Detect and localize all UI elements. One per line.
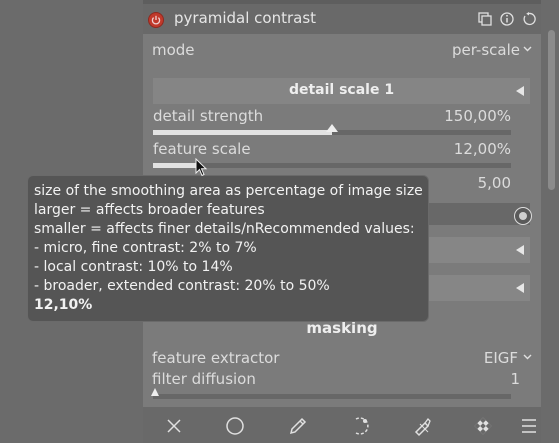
feature-extractor-label: feature extractor — [152, 349, 280, 367]
detail-strength-fill — [153, 130, 332, 135]
tooltip-line: size of the smoothing area as percentage… — [34, 183, 423, 199]
tooltip-line: - broader, extended contrast: 20% to 50% — [34, 278, 330, 294]
feature-scale-label: feature scale — [153, 140, 251, 158]
module-header[interactable]: pyramidal contrast — [143, 4, 541, 34]
chevron-down-icon[interactable] — [523, 354, 532, 360]
feature-scale-row[interactable]: feature scale 12,00% — [153, 140, 511, 158]
checker-icon[interactable] — [472, 415, 494, 437]
tooltip: size of the smoothing area as percentage… — [27, 175, 429, 322]
collapse-arrow-icon[interactable] — [516, 245, 524, 255]
filter-diffusion-marker[interactable] — [151, 388, 159, 396]
collapse-arrow-icon[interactable] — [516, 86, 524, 96]
mode-row[interactable]: mode per-scale — [152, 41, 532, 63]
filter-diffusion-value: 1 — [510, 370, 520, 388]
filter-diffusion-label: filter diffusion — [152, 370, 256, 388]
menu-icon[interactable] — [518, 415, 540, 437]
brush-icon[interactable] — [411, 415, 433, 437]
power-icon[interactable] — [148, 12, 164, 28]
chevron-down-icon[interactable] — [523, 46, 532, 52]
mouse-cursor-icon — [195, 158, 208, 177]
masking-header: masking — [306, 319, 378, 337]
circle-icon[interactable] — [224, 415, 246, 437]
filter-diffusion-row[interactable]: filter diffusion 1 — [152, 370, 532, 388]
presets-icon[interactable] — [478, 12, 492, 26]
detail-strength-slider[interactable] — [153, 124, 511, 135]
mode-label: mode — [152, 41, 195, 59]
mask-toolbar — [143, 407, 541, 443]
info-icon[interactable] — [500, 12, 514, 26]
detail-strength-value: 150,00% — [444, 107, 511, 125]
mode-value[interactable]: per-scale — [452, 41, 520, 59]
section-detail-scale-1[interactable]: detail scale 1 — [153, 78, 530, 104]
close-icon[interactable] — [163, 415, 185, 437]
feature-scale-fill — [153, 163, 196, 168]
detail-strength-label: detail strength — [153, 107, 264, 125]
feature-extractor-row[interactable]: feature extractor EIGF — [152, 349, 532, 367]
module-title: pyramidal contrast — [174, 9, 317, 27]
scrollbar-thumb[interactable] — [548, 30, 555, 190]
tooltip-line: smaller = affects finer details/nRecomme… — [34, 221, 415, 237]
third-param-value: 5,00 — [477, 174, 511, 192]
feature-scale-value: 12,00% — [453, 140, 511, 158]
tooltip-line: - micro, fine contrast: 2% to 7% — [34, 240, 257, 256]
collapse-arrow-icon[interactable] — [516, 283, 524, 293]
detail-strength-row[interactable]: detail strength 150,00% — [153, 107, 511, 125]
section-title: detail scale 1 — [288, 82, 395, 98]
detail-strength-marker[interactable] — [326, 124, 338, 132]
feature-extractor-value[interactable]: EIGF — [484, 349, 518, 367]
tooltip-current-value: 12,10% — [34, 297, 93, 313]
reset-icon[interactable] — [522, 12, 536, 26]
tooltip-line: larger = affects broader features — [34, 202, 265, 218]
pencil-icon[interactable] — [287, 415, 309, 437]
color-picker-icon[interactable] — [514, 207, 532, 225]
curve-icon[interactable] — [349, 415, 371, 437]
tooltip-line: - local contrast: 10% to 14% — [34, 259, 233, 275]
filter-diffusion-slider[interactable] — [151, 388, 511, 399]
